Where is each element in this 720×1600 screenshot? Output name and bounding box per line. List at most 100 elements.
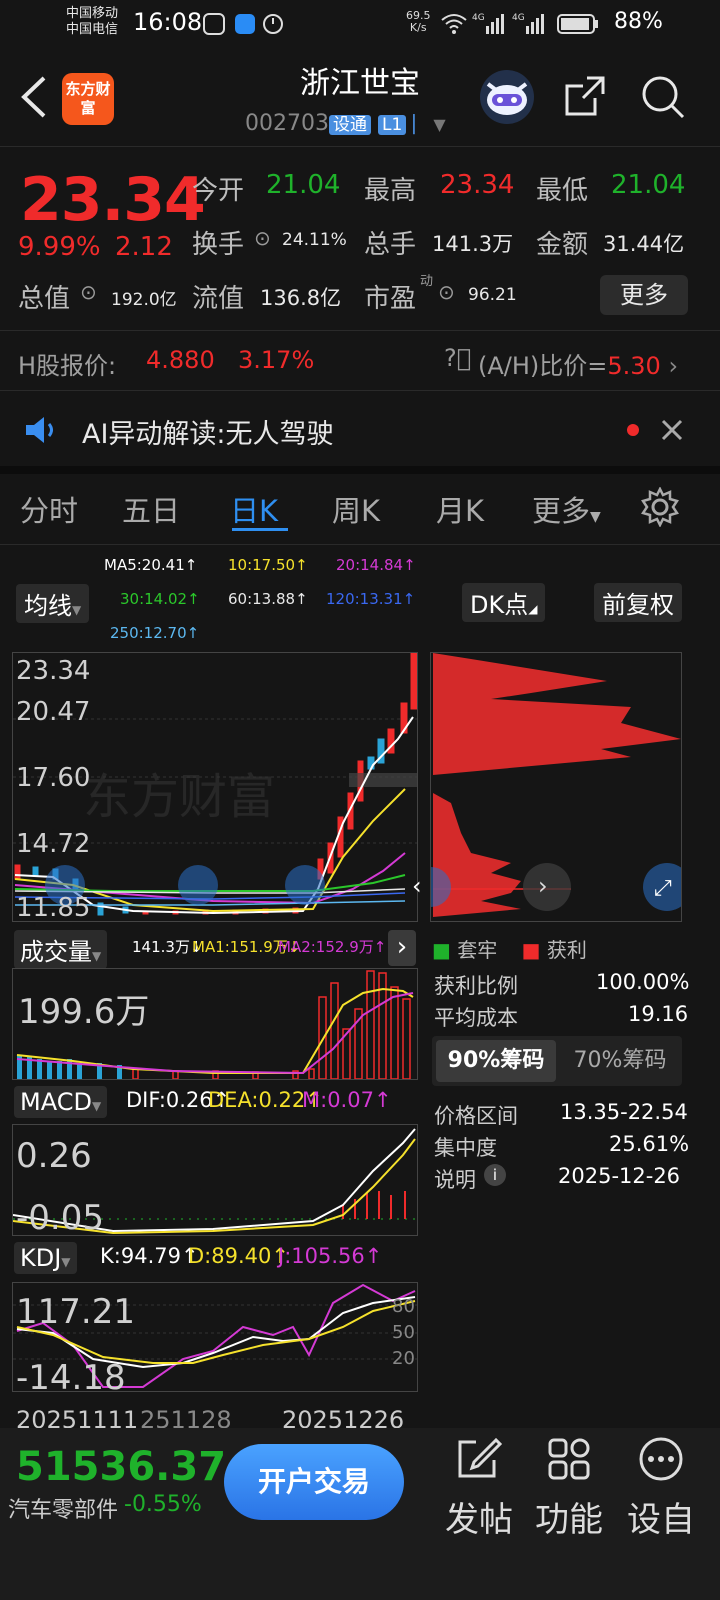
- ai-label: AI异动解读:: [82, 419, 226, 450]
- dk-point-label: DK点: [470, 591, 529, 619]
- turnover-value: 24.11%: [282, 230, 347, 250]
- search-icon[interactable]: [640, 74, 686, 120]
- close-icon[interactable]: [660, 418, 684, 442]
- clock: 16:08: [133, 8, 203, 36]
- header-divider: [0, 146, 720, 147]
- j-value: J:105.56↑: [278, 1244, 383, 1268]
- high-label: 最高: [364, 176, 417, 206]
- share-icon[interactable]: [563, 74, 607, 118]
- status-bar: 中国移动 中国电信 16:08 69.5 K/s 4G 4G 88%: [0, 0, 720, 48]
- avg-cost-label: 平均成本: [434, 1006, 518, 1030]
- svg-text:4G: 4G: [512, 13, 525, 23]
- kdj-level-20: 20: [392, 1348, 415, 1369]
- ai-topic: 无人驾驶: [225, 419, 334, 450]
- ma10-label: 10:17.50↑: [228, 556, 308, 574]
- volume-value: 141.3万: [432, 232, 514, 256]
- info-icon[interactable]: ⊙: [254, 226, 271, 250]
- hshare-label: H股报价:: [18, 352, 117, 380]
- caret-down-icon: ▼: [92, 949, 102, 963]
- chevron-down-icon[interactable]: ▼: [433, 115, 445, 134]
- macd-selector[interactable]: MACD▼: [14, 1086, 108, 1118]
- info-icon[interactable]: ⊙: [80, 280, 97, 304]
- unread-dot: [627, 424, 639, 436]
- change-amount: 2.12: [115, 232, 173, 262]
- amount-label: 金额: [536, 230, 589, 260]
- dk-point-selector[interactable]: DK点◢: [462, 583, 546, 622]
- chip-tab-70[interactable]: 70%筹码: [564, 1040, 676, 1082]
- pe-label: 市盈: [364, 284, 417, 314]
- more-dots-icon[interactable]: [638, 1436, 684, 1482]
- info-icon[interactable]: ⊙: [438, 280, 455, 304]
- price-tick-1: 23.34: [16, 656, 91, 686]
- note-value: 2025-12-26: [558, 1164, 681, 1188]
- range-label: 价格区间: [434, 1104, 518, 1128]
- ma120-label: 120:13.31↑: [326, 590, 416, 608]
- level-tag: L1: [377, 115, 407, 135]
- volume-max-label: 199.6万: [18, 992, 150, 1032]
- stock-name: 浙江世宝: [300, 66, 420, 101]
- sector-index-value[interactable]: 51536.37: [16, 1444, 226, 1490]
- m-value: M:0.07↑: [302, 1088, 392, 1112]
- function-grid-icon[interactable]: [548, 1438, 592, 1480]
- help-icon[interactable]: ?⃝: [444, 344, 471, 372]
- trapped-square-icon: ■: [432, 938, 451, 962]
- chevron-right-icon[interactable]: ›: [538, 872, 548, 900]
- info-icon[interactable]: i: [484, 1164, 506, 1186]
- profit-square-icon: ■: [521, 938, 541, 962]
- chip-distribution-chart[interactable]: [430, 652, 682, 922]
- connect-tag: 设通: [328, 115, 371, 135]
- price-tick-2: 20.47: [16, 697, 91, 727]
- function-label[interactable]: 功能: [524, 1492, 614, 1541]
- tab-five-day[interactable]: 五日: [122, 488, 180, 530]
- tab-intraday[interactable]: 分时: [20, 488, 78, 530]
- custom-label[interactable]: 设自: [616, 1492, 706, 1541]
- tab-monthly-k[interactable]: 月K: [436, 488, 484, 530]
- macd-top-label: 0.26: [16, 1136, 92, 1176]
- net-speed-unit: K/s: [409, 21, 427, 34]
- watermark: 东方财富: [83, 769, 275, 825]
- ma-selector[interactable]: 均线▼: [16, 584, 90, 623]
- legend-profit: 获利: [546, 938, 587, 962]
- chevron-left-icon[interactable]: ‹: [412, 872, 422, 900]
- hshare-pct[interactable]: 3.17%: [238, 346, 314, 374]
- ai-banner[interactable]: AI异动解读:无人驾驶: [82, 412, 334, 451]
- d-value: D:89.40↑: [188, 1244, 289, 1268]
- sector-name[interactable]: 汽车零部件: [8, 1492, 118, 1524]
- legend-trapped: 套牢: [457, 938, 498, 962]
- price-tick-3: 17.60: [16, 763, 91, 793]
- fullscreen-icon[interactable]: ⤢: [654, 876, 672, 901]
- signal-icons: 4G 4G: [441, 13, 598, 34]
- float-label: 流值: [192, 284, 245, 314]
- open-account-button[interactable]: 开户交易: [224, 1444, 404, 1520]
- more-quote-button[interactable]: 更多: [600, 275, 688, 315]
- robot-assistant-icon[interactable]: [478, 68, 536, 126]
- tag-marker: ▏: [413, 115, 427, 135]
- tab-weekly-k[interactable]: 周K: [332, 488, 380, 530]
- carrier-2: 中国电信: [66, 22, 119, 37]
- tab-daily-k[interactable]: 日K: [230, 488, 278, 530]
- expand-arrow-icon[interactable]: ›: [388, 930, 416, 966]
- kdj-selector[interactable]: KDJ▼: [14, 1242, 77, 1274]
- ma30-label: 30:14.02↑: [120, 590, 200, 608]
- post-edit-icon[interactable]: [456, 1438, 502, 1480]
- adjustment-selector[interactable]: 前复权: [594, 583, 682, 622]
- volume-indicator-selector[interactable]: 成交量▼: [14, 930, 108, 969]
- ah-ratio-label: (A/H)比价=: [478, 352, 608, 380]
- chip-tab-90[interactable]: 90%筹码: [436, 1040, 556, 1082]
- ah-ratio[interactable]: (A/H)比价=5.30 ›: [478, 346, 678, 381]
- tab-more[interactable]: 更多▼: [532, 488, 601, 530]
- caret-down-icon: ▼: [61, 1255, 71, 1269]
- post-label[interactable]: 发帖: [434, 1492, 524, 1541]
- carrier-info: 中国移动 中国电信: [66, 6, 118, 38]
- kdj-top-label: 117.21: [16, 1292, 135, 1332]
- mktcap-value: 192.0亿: [111, 290, 177, 310]
- last-price: 23.34: [20, 165, 206, 235]
- ma60-label: 60:13.88↑: [228, 590, 308, 608]
- profit-ratio-label: 获利比例: [434, 974, 518, 998]
- volume-label: 总手: [364, 230, 417, 260]
- sector-pct: -0.55%: [124, 1492, 202, 1517]
- price-tick-5: 11.85: [16, 893, 91, 923]
- price-tick-4: 14.72: [16, 829, 91, 859]
- hshare-price: 4.880: [146, 346, 215, 374]
- settings-gear-icon[interactable]: [640, 487, 680, 527]
